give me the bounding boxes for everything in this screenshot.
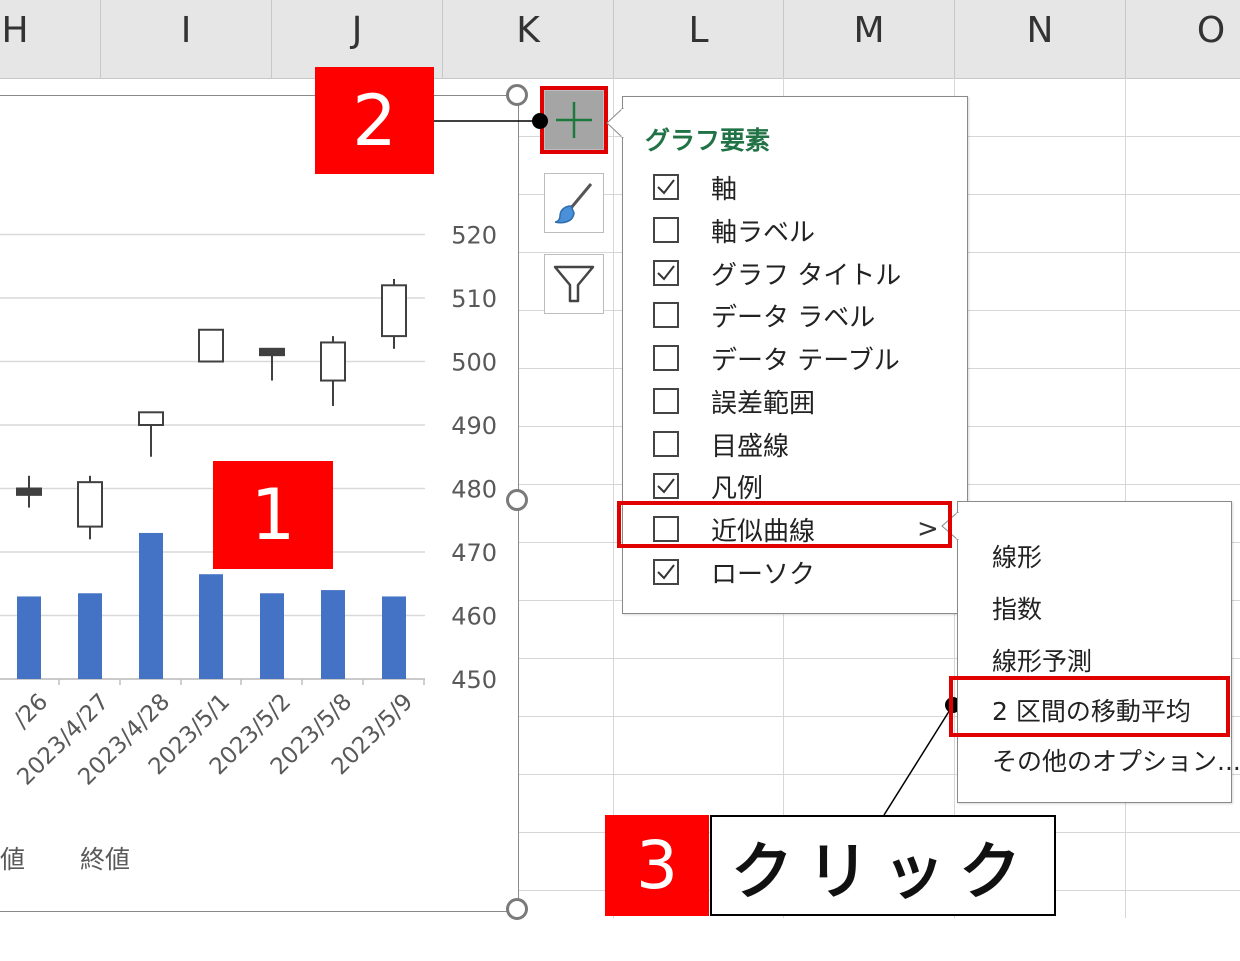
chart-element-item[interactable]: 軸ラベル	[653, 210, 815, 250]
chart-element-item[interactable]: 誤差範囲	[653, 381, 815, 421]
moving-average-highlight	[949, 676, 1230, 737]
chart-element-item[interactable]: ローソク	[653, 552, 815, 592]
spreadsheet: H I J K L M N O 520 510 500 490 480 470 460 450…	[0, 0, 1240, 961]
check-icon	[657, 179, 675, 195]
checkbox-checked[interactable]	[653, 260, 679, 286]
chart-element-label: ローソク	[711, 559, 816, 590]
checkbox-checked[interactable]	[653, 559, 679, 585]
chart-element-label: 軸	[711, 174, 738, 205]
chart-element-item[interactable]: データ ラベル	[653, 295, 875, 335]
check-icon	[657, 265, 675, 281]
trendline-submenu: 線形 指数 線形予測 2 区間の移動平均 その他のオプション...	[957, 501, 1240, 803]
chart-element-label: 軸ラベル	[711, 217, 816, 248]
chart-element-label: データ テーブル	[711, 345, 900, 376]
checkbox[interactable]	[653, 388, 679, 414]
checkbox-checked[interactable]	[653, 473, 679, 499]
checkbox[interactable]	[653, 345, 679, 371]
check-icon	[657, 564, 675, 580]
click-instruction-label: クリック	[710, 815, 1056, 916]
submenu-linear[interactable]: 線形	[992, 538, 1042, 574]
chart-element-label: 凡例	[711, 473, 764, 504]
submenu-linear-forecast[interactable]: 線形予測	[992, 642, 1092, 678]
submenu-more-options[interactable]: その他のオプション...	[992, 742, 1240, 778]
callout-dot-2	[532, 113, 548, 129]
trendline-highlight	[617, 501, 952, 548]
step-badge-2: 2	[315, 67, 434, 174]
callout-line-3	[883, 704, 954, 816]
check-icon	[657, 478, 675, 494]
chart-element-item[interactable]: 目盛線	[653, 424, 789, 464]
chart-element-item[interactable]: 軸	[653, 167, 737, 207]
chart-element-label: データ ラベル	[711, 302, 876, 333]
menu-pointer	[606, 108, 624, 138]
checkbox-checked[interactable]	[653, 174, 679, 200]
chart-element-item[interactable]: データ テーブル	[653, 338, 900, 378]
chart-element-label: グラフ タイトル	[711, 260, 902, 291]
checkbox[interactable]	[653, 217, 679, 243]
chart-element-label: 誤差範囲	[711, 388, 816, 419]
checkbox[interactable]	[653, 431, 679, 457]
chart-element-item[interactable]: グラフ タイトル	[653, 253, 901, 293]
menu-title: グラフ要素	[645, 126, 771, 155]
checkbox[interactable]	[653, 302, 679, 328]
step-badge-3: 3	[605, 815, 709, 916]
chart-element-label: 目盛線	[711, 431, 790, 462]
chart-element-item[interactable]: 凡例	[653, 466, 763, 506]
submenu-exponential[interactable]: 指数	[992, 590, 1042, 626]
step-badge-1: 1	[213, 461, 333, 569]
